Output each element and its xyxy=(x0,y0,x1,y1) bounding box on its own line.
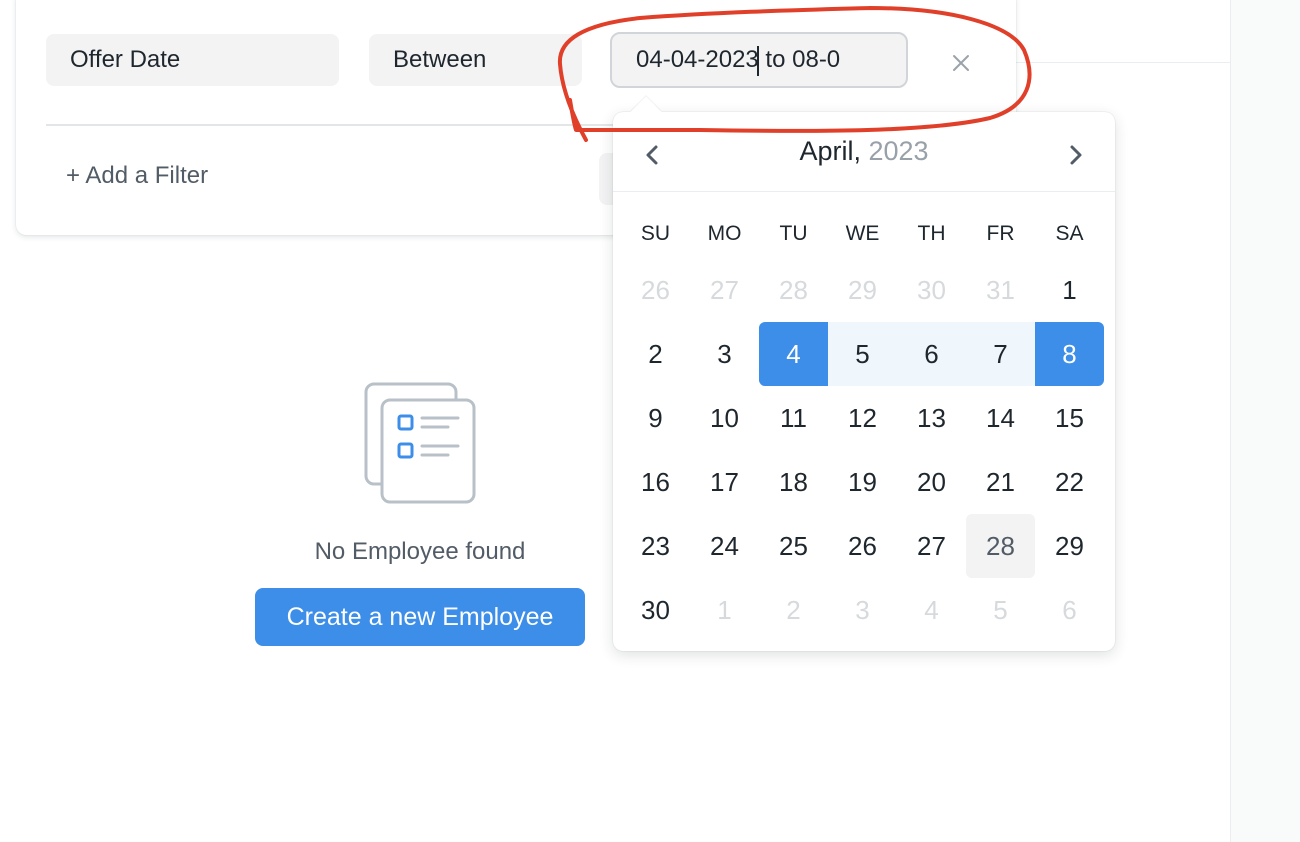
remove-filter-button[interactable] xyxy=(946,48,976,78)
list-document-icon xyxy=(362,380,478,511)
next-month-button[interactable] xyxy=(1061,140,1091,170)
empty-state-message: No Employee found xyxy=(314,538,526,565)
weekday-label: FR xyxy=(986,222,1015,245)
calendar-day[interactable]: 8 xyxy=(1035,322,1104,386)
close-icon xyxy=(953,55,969,71)
weekday-label: SA xyxy=(1055,222,1084,245)
calendar-day[interactable]: 19 xyxy=(828,450,897,514)
calendar-day[interactable]: 23 xyxy=(621,514,690,578)
calendar-day[interactable]: 6 xyxy=(1035,578,1104,642)
weekday-label: TH xyxy=(917,222,946,245)
calendar-day[interactable]: 18 xyxy=(759,450,828,514)
weekday-label: TU xyxy=(779,222,808,245)
calendar-day[interactable]: 29 xyxy=(828,258,897,322)
calendar-day[interactable]: 1 xyxy=(1035,258,1104,322)
date-picker: April, 2023 SU MO TU WE TH FR SA 26 27 28 29 30 31 1… xyxy=(613,96,1115,651)
weekday-label: SU xyxy=(640,222,671,245)
date-picker-header: April, 2023 xyxy=(613,112,1115,192)
calendar-day[interactable]: 27 xyxy=(897,514,966,578)
calendar-day[interactable]: 1 xyxy=(690,578,759,642)
calendar-day[interactable]: 15 xyxy=(1035,386,1104,450)
calendar-day[interactable]: 20 xyxy=(897,450,966,514)
calendar-day[interactable]: 24 xyxy=(690,514,759,578)
create-employee-button[interactable]: Create a new Employee xyxy=(255,588,585,646)
calendar-day[interactable]: 25 xyxy=(759,514,828,578)
calendar-day[interactable]: 4 xyxy=(759,322,828,386)
page: Offer Date Between 04-04-2023 to 08-0 + … xyxy=(0,0,1300,842)
calendar-day[interactable]: 22 xyxy=(1035,450,1104,514)
side-panel xyxy=(1230,0,1300,842)
calendar-day[interactable]: 2 xyxy=(759,578,828,642)
chevron-right-icon xyxy=(1070,145,1082,165)
calendar-day[interactable]: 13 xyxy=(897,386,966,450)
calendar-day[interactable]: 3 xyxy=(828,578,897,642)
calendar-day[interactable]: 12 xyxy=(828,386,897,450)
date-range-value: 04-04-2023 to 08-0 xyxy=(636,46,841,73)
filter-condition-select[interactable]: Between xyxy=(369,34,582,86)
calendar-day[interactable]: 26 xyxy=(828,514,897,578)
calendar-day[interactable]: 30 xyxy=(621,578,690,642)
weekday-label: MO xyxy=(707,222,742,245)
calendar-day[interactable]: 14 xyxy=(966,386,1035,450)
calendar-day[interactable]: 28 xyxy=(759,258,828,322)
day-grid: 26 27 28 29 30 31 1 2 3 4 5 6 7 8 9 10 11 12 13 14 15 16 17 18 1… xyxy=(621,258,1111,638)
calendar-day[interactable]: 30 xyxy=(897,258,966,322)
calendar-day[interactable]: 27 xyxy=(690,258,759,322)
add-filter-button[interactable]: + Add a Filter xyxy=(66,162,208,190)
weekday-label: WE xyxy=(845,222,880,245)
calendar-day[interactable]: 5 xyxy=(966,578,1035,642)
month-year-title: April, 2023 xyxy=(613,136,1115,167)
calendar-day[interactable]: 28 xyxy=(966,514,1035,578)
month-label[interactable]: April, xyxy=(799,136,861,166)
weekday-row: SU MO TU WE TH FR SA xyxy=(621,222,1111,252)
date-range-input[interactable]: 04-04-2023 to 08-0 xyxy=(610,32,908,88)
calendar-day[interactable]: 5 xyxy=(828,322,897,386)
calendar-day[interactable]: 7 xyxy=(966,322,1035,386)
text-caret xyxy=(757,46,759,76)
filter-field-select[interactable]: Offer Date xyxy=(46,34,339,86)
header-divider xyxy=(1016,62,1230,63)
calendar-day[interactable]: 16 xyxy=(621,450,690,514)
calendar-day[interactable]: 3 xyxy=(690,322,759,386)
calendar-day[interactable]: 2 xyxy=(621,322,690,386)
calendar-day[interactable]: 29 xyxy=(1035,514,1104,578)
calendar-day[interactable]: 10 xyxy=(690,386,759,450)
calendar-day[interactable]: 31 xyxy=(966,258,1035,322)
calendar-day[interactable]: 17 xyxy=(690,450,759,514)
calendar-day[interactable]: 26 xyxy=(621,258,690,322)
calendar-day[interactable]: 4 xyxy=(897,578,966,642)
year-label[interactable]: 2023 xyxy=(868,136,928,166)
calendar-day[interactable]: 11 xyxy=(759,386,828,450)
calendar-day[interactable]: 21 xyxy=(966,450,1035,514)
calendar-day[interactable]: 6 xyxy=(897,322,966,386)
calendar-day[interactable]: 9 xyxy=(621,386,690,450)
